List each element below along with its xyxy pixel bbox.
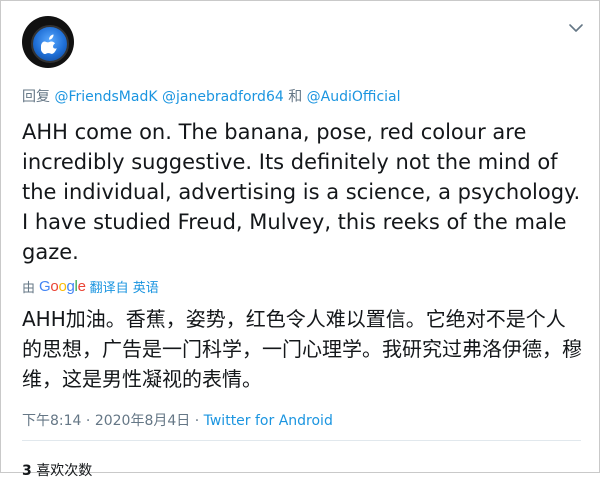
meta-separator: · xyxy=(190,413,204,429)
tweet-metadata: 下午8:14 · 2020年8月4日 · Twitter for Android xyxy=(22,410,333,430)
tweet-source-link[interactable]: Twitter for Android xyxy=(204,413,333,429)
tweet-card: 回复 @FriendsMadK @janebradford64 和 @AudiO… xyxy=(0,0,600,479)
reply-prefix: 回复 xyxy=(22,89,50,105)
tweet-time[interactable]: 下午8:14 xyxy=(22,413,81,429)
reply-conjunction: 和 xyxy=(288,89,303,105)
meta-separator: · xyxy=(81,413,95,429)
apple-logo-icon xyxy=(31,25,69,63)
chevron-down-icon[interactable] xyxy=(567,19,585,37)
reply-context: 回复 @FriendsMadK @janebradford64 和 @AudiO… xyxy=(22,86,401,106)
mention-link[interactable]: @janebradford64 xyxy=(162,89,284,105)
mention-link[interactable]: @FriendsMadK xyxy=(54,89,157,105)
translated-by-label: 由 xyxy=(22,281,36,296)
tweet-date[interactable]: 2020年8月4日 xyxy=(95,413,190,429)
translated-text: AHH加油。香蕉，姿势，红色令人难以置信。它绝对不是个人的思想，广告是一门科学，… xyxy=(22,307,582,391)
translation-attribution: 由 Google 翻译自 英语 xyxy=(22,277,165,296)
likes-stat[interactable]: 3 喜欢次数 xyxy=(22,460,92,480)
translation-source-link[interactable]: 翻译自 英语 xyxy=(90,277,159,296)
mention-link[interactable]: @AudiOfficial xyxy=(307,89,401,105)
google-logo: Google xyxy=(39,278,86,295)
tweet-text: AHH come on. The banana, pose, red colou… xyxy=(22,120,581,264)
divider xyxy=(22,440,581,441)
likes-label: 喜欢次数 xyxy=(36,463,93,479)
avatar[interactable] xyxy=(22,16,74,68)
likes-count: 3 xyxy=(22,463,32,479)
